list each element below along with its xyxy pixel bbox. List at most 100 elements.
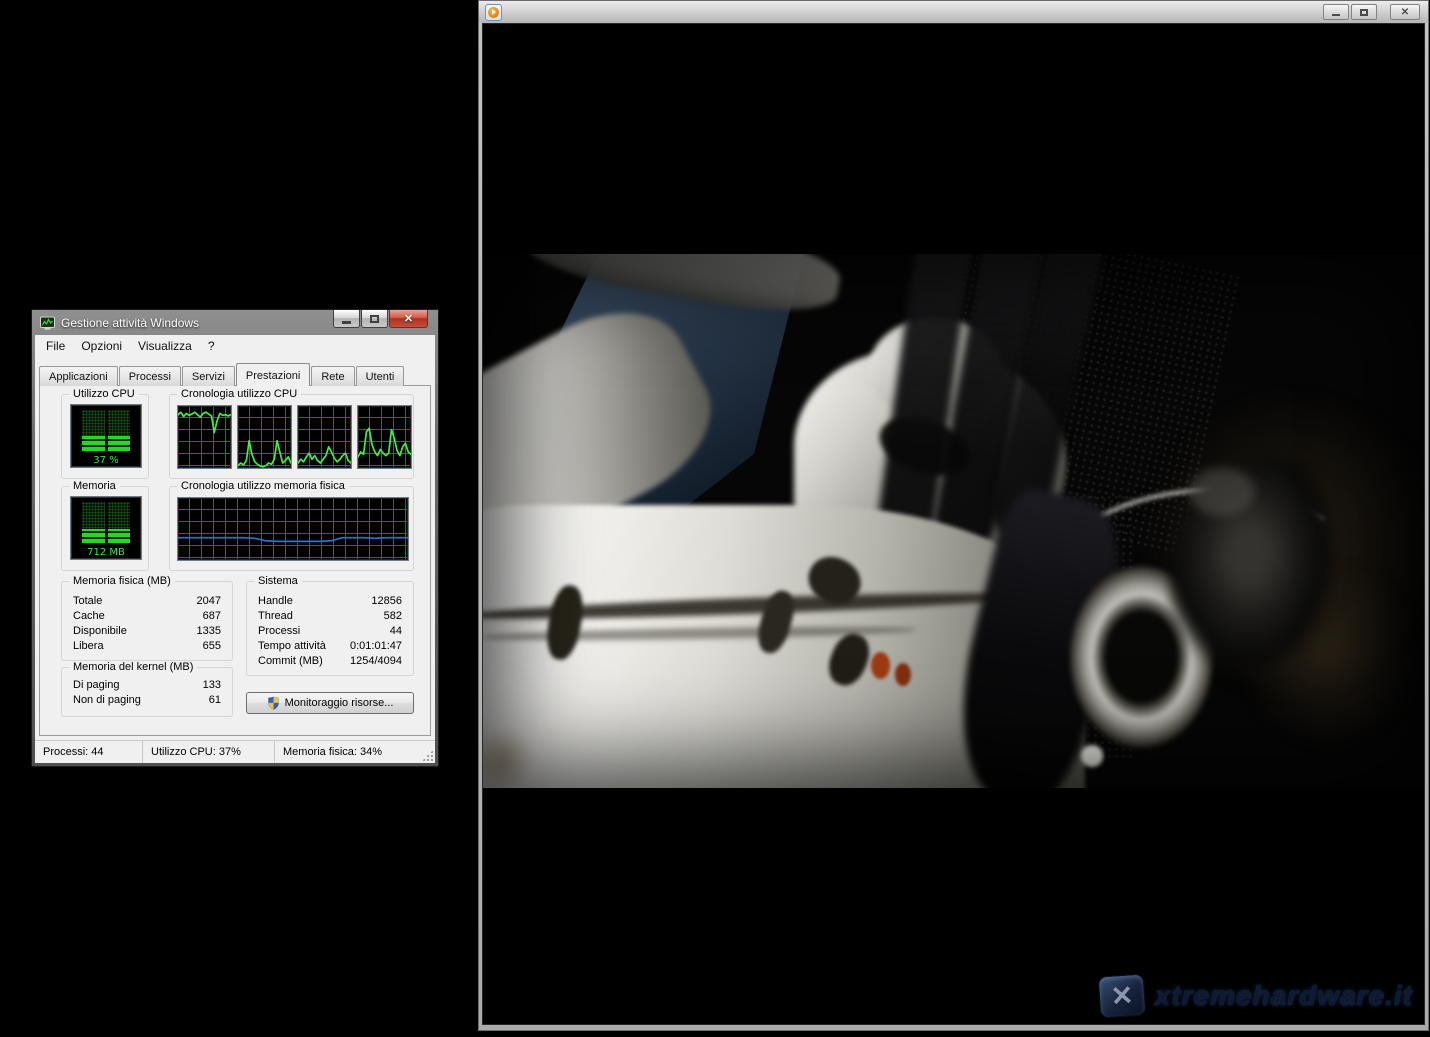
video-image — [483, 254, 1424, 788]
kernel-memory-group: Memoria del kernel (MB) Di paging133 Non… — [61, 667, 233, 717]
kernel-memory-group-label: Memoria del kernel (MB) — [69, 661, 197, 674]
caption-buttons: ✕ — [333, 310, 436, 328]
row-label: Tempo attività — [258, 639, 326, 654]
kernel-memory-table: Di paging 133 Non di paging 61 — [73, 678, 221, 708]
cpu-history-graph-2 — [237, 405, 292, 469]
tab-prestazioni[interactable]: Prestazioni — [236, 363, 310, 386]
play-triangle-icon — [492, 9, 496, 15]
table-row: Di paging 133 — [73, 678, 221, 693]
memory-group: Memoria 712 MB — [61, 486, 149, 571]
memory-history-group-label: Cronologia utilizzo memoria fisica — [177, 480, 349, 493]
system-group-label: Sistema — [254, 575, 302, 588]
row-label: Libera — [73, 639, 104, 654]
tab-utenti[interactable]: Utenti — [356, 366, 405, 386]
cpu-history-group-label: Cronologia utilizzo CPU — [177, 388, 301, 401]
memory-gauge-led-column — [82, 502, 105, 543]
close-button[interactable]: ✕ — [389, 310, 428, 328]
cpu-gauge-lit — [82, 436, 105, 451]
minimize-button[interactable] — [1323, 4, 1349, 20]
menu-visualizza[interactable]: Visualizza — [130, 336, 200, 356]
task-manager-titlebar[interactable]: Gestione attività Windows ✕ — [32, 310, 438, 335]
row-value: 44 — [390, 624, 402, 639]
table-row: Non di paging 61 — [73, 693, 221, 708]
minimize-icon — [1332, 14, 1340, 16]
row-value: 1335 — [197, 624, 221, 639]
cpu-gauge-led-column — [108, 410, 131, 451]
row-label: Handle — [258, 594, 293, 609]
cpu-gauge-led-column — [82, 410, 105, 451]
video-area[interactable]: ✕ xtremehardware.it — [482, 23, 1425, 1025]
play-disc-icon — [488, 7, 499, 18]
status-physical-memory: Memoria fisica: 34% — [275, 741, 435, 763]
cpu-usage-value: 37 % — [71, 455, 141, 466]
maximize-icon — [370, 315, 379, 323]
resource-monitor-button[interactable]: Monitoraggio risorse... — [246, 692, 414, 714]
table-row: Processi44 — [258, 624, 402, 639]
memory-history-graph — [177, 497, 409, 561]
cpu-history-graph-1 — [177, 405, 232, 469]
row-label: Di paging — [73, 678, 119, 693]
row-value: 0:01:01:47 — [350, 639, 402, 654]
close-button[interactable]: ✕ — [1390, 4, 1420, 20]
media-player-window: ✕ — [478, 0, 1429, 1031]
status-cpu: Utilizzo CPU: 37% — [143, 741, 275, 763]
memory-gauge-lit — [82, 529, 105, 543]
xtremehardware-logo-icon: ✕ — [1097, 973, 1146, 1018]
task-manager-client-area: File Opzioni Visualizza ? Applicazioni P… — [35, 335, 435, 763]
menu-opzioni[interactable]: Opzioni — [73, 336, 130, 356]
physical-memory-table: Totale2047 Cache687 Disponibile1335 Libe… — [73, 594, 221, 654]
minimize-icon — [342, 321, 351, 324]
cpu-usage-group-label: Utilizzo CPU — [69, 388, 139, 401]
maximize-button[interactable] — [361, 310, 388, 328]
table-row: Commit (MB)1254/4094 — [258, 654, 402, 669]
table-row: Libera 655 — [73, 639, 221, 654]
row-value: 687 — [203, 609, 221, 624]
task-manager-window: Gestione attività Windows ✕ File Opzioni… — [31, 309, 439, 767]
system-group: Sistema Handle12856 Thread582 Processi44… — [246, 581, 414, 676]
menu-file[interactable]: File — [38, 336, 73, 356]
row-value: 582 — [384, 609, 402, 624]
physical-memory-group-label: Memoria fisica (MB) — [69, 575, 175, 588]
system-table: Handle 12856 Thread 582 Processi44 Tempo a… — [258, 594, 402, 669]
maximize-button[interactable] — [1351, 4, 1377, 20]
memory-gauge: 712 MB — [70, 496, 142, 560]
media-player-caption-buttons: ✕ — [1323, 4, 1422, 20]
table-row: Thread 582 — [258, 609, 402, 624]
memory-value: 712 MB — [71, 547, 141, 558]
tab-rete[interactable]: Rete — [311, 366, 354, 386]
row-value: 133 — [203, 678, 221, 693]
memory-gauge-lit — [108, 529, 131, 543]
row-label: Thread — [258, 609, 293, 624]
task-manager-icon[interactable] — [40, 316, 55, 330]
memory-gauge-leds — [82, 502, 130, 543]
minimize-button[interactable] — [333, 310, 360, 328]
cpu-history-graph-4 — [357, 405, 412, 469]
window-title: Gestione attività Windows — [61, 316, 199, 330]
resource-monitor-label: Monitoraggio risorse... — [285, 697, 394, 709]
memory-gauge-led-column — [108, 502, 131, 543]
row-label: Non di paging — [73, 693, 141, 708]
watermark-text: xtremehardware.it — [1155, 980, 1413, 1012]
table-row: Tempo attività 0:01:01:47 — [258, 639, 402, 654]
scene-vignette — [483, 254, 1424, 788]
row-value: 12856 — [371, 594, 402, 609]
tab-applicazioni[interactable]: Applicazioni — [39, 366, 118, 386]
menu-help[interactable]: ? — [200, 336, 223, 356]
cpu-history-group: Cronologia utilizzo CPU — [169, 394, 414, 479]
desktop: Gestione attività Windows ✕ File Opzioni… — [0, 0, 1430, 1037]
menu-bar: File Opzioni Visualizza ? — [35, 335, 435, 356]
row-value: 655 — [203, 639, 221, 654]
cpu-gauge-lit — [108, 436, 131, 451]
media-player-icon[interactable] — [485, 4, 502, 21]
watermark: ✕ xtremehardware.it — [1099, 975, 1413, 1017]
physical-memory-group: Memoria fisica (MB) Totale2047 Cache687 … — [61, 581, 233, 661]
tab-processi[interactable]: Processi — [119, 366, 181, 386]
row-value: 2047 — [197, 594, 221, 609]
media-player-titlebar[interactable]: ✕ — [479, 1, 1428, 23]
status-processes: Processi: 44 — [35, 741, 143, 763]
maximize-icon — [1360, 9, 1368, 16]
table-row: Handle 12856 — [258, 594, 402, 609]
row-value: 61 — [209, 693, 221, 708]
tab-servizi[interactable]: Servizi — [182, 366, 235, 386]
row-label: Disponibile — [73, 624, 127, 639]
